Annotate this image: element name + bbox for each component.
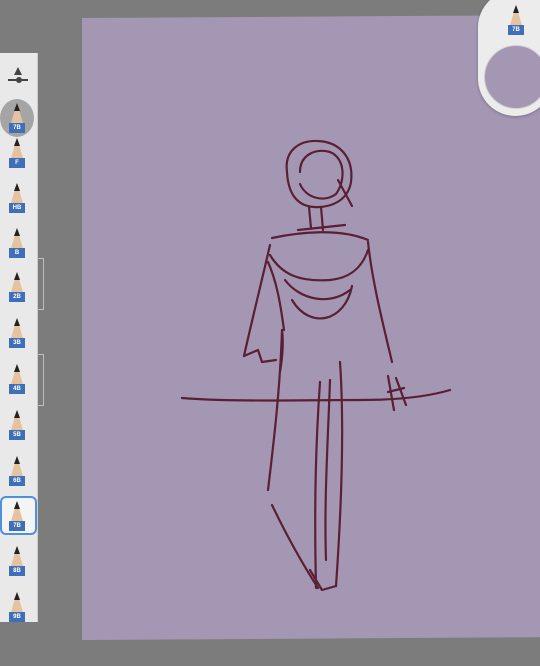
active-brush-label: 7B [508, 25, 524, 35]
brush-label: 3B [9, 338, 25, 348]
brush-8b[interactable]: 8B [5, 543, 29, 583]
brush-3b[interactable]: 3B [5, 315, 29, 355]
brush-5b[interactable]: 5B [5, 407, 29, 447]
brush-b[interactable]: B [5, 225, 29, 265]
drawing-canvas[interactable] [82, 15, 540, 640]
brush-color-panel: 7B [478, 0, 540, 116]
brush-label: 7B [9, 521, 25, 531]
size-slider-icon[interactable] [8, 65, 28, 87]
toolbar-group-bracket [37, 354, 44, 406]
brush-2b[interactable]: 2B [5, 269, 29, 309]
brush-label: B [9, 248, 25, 258]
brush-4b[interactable]: 4B [5, 361, 29, 401]
brush-label: 9B [9, 612, 25, 622]
brush-label: 7B [9, 123, 25, 133]
color-swatch-button[interactable] [484, 45, 540, 109]
brush-label: HB [9, 203, 25, 213]
brush-f[interactable]: F [5, 135, 29, 175]
active-brush-button[interactable]: 7B [504, 2, 528, 42]
brush-hb[interactable]: HB [5, 180, 29, 220]
brush-label: 4B [9, 384, 25, 394]
brush-label: 5B [9, 430, 25, 440]
brush-7b-top[interactable]: 7B [0, 99, 34, 137]
brush-label: 8B [9, 566, 25, 576]
brush-6b[interactable]: 6B [5, 453, 29, 493]
brush-9b[interactable]: 9B [5, 589, 29, 629]
brush-label: 6B [9, 476, 25, 486]
brush-label: F [9, 158, 25, 168]
brush-label: 2B [9, 292, 25, 302]
brush-toolbar: 7B F HB B 2B 3B 4B 5B 6B 7B 8B 9B [0, 53, 38, 622]
toolbar-group-bracket [37, 258, 44, 310]
brush-7b[interactable]: 7B [0, 496, 37, 535]
